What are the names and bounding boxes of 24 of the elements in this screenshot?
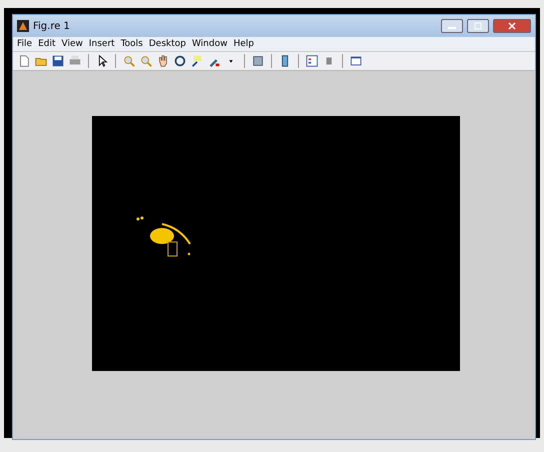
- window-title: Fig.re 1: [33, 20, 71, 32]
- save-icon[interactable]: [51, 54, 65, 68]
- legend-icon[interactable]: [305, 54, 319, 68]
- blob-drawing: [136, 216, 191, 256]
- menu-item[interactable]: File: [17, 39, 32, 49]
- maximize-button[interactable]: [467, 19, 489, 33]
- hand-icon[interactable]: [156, 54, 170, 68]
- zoom-in-icon[interactable]: [122, 54, 136, 68]
- menu-item[interactable]: Tools: [120, 39, 143, 49]
- menu-item[interactable]: Window: [192, 39, 228, 49]
- menu-item[interactable]: Desktop: [148, 39, 186, 49]
- menu-item[interactable]: Insert: [88, 39, 115, 49]
- zoom-out-icon[interactable]: [139, 54, 153, 68]
- app-logo-icon: [17, 20, 29, 32]
- menu-item[interactable]: View: [62, 39, 83, 49]
- minimize-button[interactable]: [441, 19, 463, 33]
- close-button[interactable]: [493, 19, 531, 33]
- data-cursor-icon[interactable]: [190, 54, 204, 68]
- menu-item[interactable]: Help: [233, 39, 254, 49]
- new-file-icon[interactable]: [17, 54, 31, 68]
- maximize-icon: [474, 22, 482, 30]
- menu-item[interactable]: Edit: [38, 39, 56, 49]
- close-icon: [508, 22, 516, 30]
- window-icon[interactable]: [349, 54, 363, 68]
